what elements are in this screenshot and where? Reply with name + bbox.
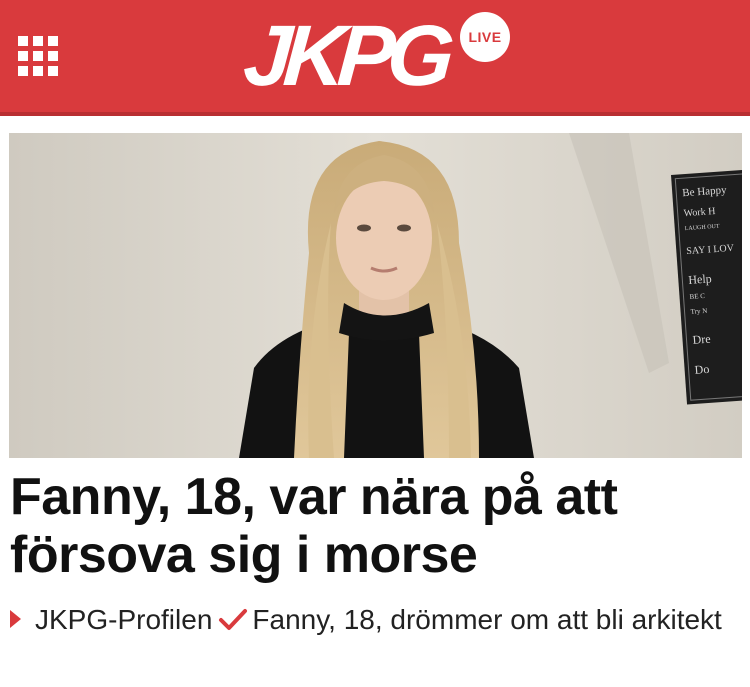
article-headline[interactable]: Fanny, 18, var nära på att försova sig i… — [10, 468, 740, 584]
site-logo[interactable]: JKPG LIVE — [240, 6, 514, 106]
related-link-row[interactable]: JKPG-Profilen Fanny, 18, drömmer om att b… — [10, 600, 740, 640]
section-label[interactable]: JKPG-Profilen — [35, 604, 212, 635]
top-bar: JKPG LIVE — [0, 0, 750, 112]
svg-text:Work H: Work H — [683, 206, 715, 219]
svg-text:BE C: BE C — [689, 292, 705, 301]
logo-text: JKPG — [240, 8, 450, 104]
header-divider — [0, 112, 750, 116]
svg-text:Do: Do — [694, 362, 710, 377]
live-badge: LIVE — [460, 12, 510, 62]
article-photo[interactable]: Be Happy Work H LAUGH OUT SAY I LOV Help… — [9, 133, 742, 458]
related-article-link[interactable]: Fanny, 18, drömmer om att bli arkitekt — [252, 604, 721, 635]
grid-menu-icon[interactable] — [18, 36, 60, 78]
triangle-right-icon — [10, 610, 21, 628]
svg-text:Try N: Try N — [690, 307, 707, 316]
checkmark-icon — [219, 609, 248, 630]
svg-text:Help: Help — [688, 271, 712, 287]
svg-text:Dre: Dre — [692, 332, 711, 347]
